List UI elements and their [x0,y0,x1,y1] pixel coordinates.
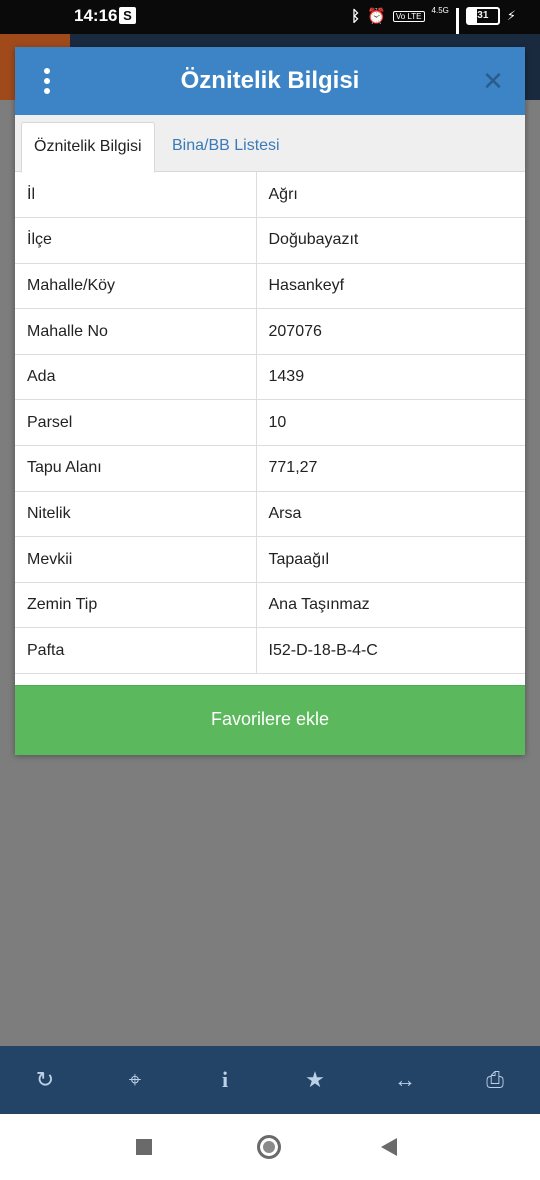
refresh-icon[interactable]: ↻ [25,1060,65,1100]
table-row: Nitelik Arsa [15,491,525,538]
dialog-header: Öznitelik Bilgisi ✕ [15,47,525,115]
attribute-value: Ağrı [256,172,525,219]
attribute-value: Tapaağıl [256,536,525,583]
attribute-value: Doğubayazıt [256,217,525,264]
charging-bolt-icon: ⚡ [506,8,516,23]
attribute-value: 771,27 [256,445,525,492]
table-row: Mahalle/Köy Hasankeyf [15,263,525,310]
close-icon[interactable]: ✕ [479,65,507,97]
home-button[interactable] [257,1135,281,1159]
attribute-key: Mahalle No [15,308,257,355]
add-to-favorites-button[interactable]: Favorilere ekle [15,685,525,755]
attribute-key: İlçe [15,217,257,264]
battery-icon: 31 [465,7,500,25]
attribute-info-dialog: Öznitelik Bilgisi ✕ Öznitelik Bilgisi Bi… [15,47,525,755]
network-type-label: 4.5G [431,5,449,15]
notification-s-icon: S [119,7,136,24]
attribute-key: Ada [15,354,257,401]
table-row: İl Ağrı [15,172,525,219]
volte-icon: Vo LTE [392,10,425,22]
attribute-value: Hasankeyf [256,263,525,310]
measure-icon[interactable]: ↔ [385,1060,425,1100]
battery-level: 31 [477,10,489,21]
crosshair-icon[interactable]: ⌖ [115,1060,155,1100]
tab-building-list[interactable]: Bina/BB Listesi [160,122,292,171]
back-button[interactable] [381,1138,397,1156]
table-row: Ada 1439 [15,354,525,401]
attribute-value: I52-D-18-B-4-C [256,627,525,675]
table-row: Tapu Alanı 771,27 [15,445,525,492]
attribute-key: Nitelik [15,491,257,538]
attribute-key: Tapu Alanı [15,445,257,492]
print-icon[interactable]: ⎙ [475,1060,515,1100]
attribute-key: Mahalle/Köy [15,263,257,310]
recent-apps-button[interactable] [136,1139,152,1155]
dialog-title: Öznitelik Bilgisi [180,67,360,94]
table-row: Zemin Tip Ana Taşınmaz [15,582,525,629]
attribute-value: Ana Taşınmaz [256,582,525,629]
attribute-key: Pafta [15,627,257,675]
attribute-value: 10 [256,399,525,447]
attribute-value: 1439 [256,354,525,401]
attribute-table: İl Ağrı İlçe Doğubayazıt Mahalle/Köy Hasankey… [15,172,525,675]
attribute-key: Zemin Tip [15,582,257,629]
attribute-key: Parsel [15,399,257,447]
signal-icon [455,8,459,58]
star-icon[interactable]: ★ [295,1060,335,1100]
map-toolbar: ↻ ⌖ i ★ ↔ ⎙ [0,1046,540,1114]
table-row: Mevkii Tapaağıl [15,536,525,583]
status-icons: ᛒ ⏰ Vo LTE 4.5G 31 ⚡ [351,5,516,58]
table-row: Mahalle No 207076 [15,308,525,355]
table-row: İlçe Doğubayazıt [15,217,525,264]
table-row: Parsel 10 [15,399,525,447]
info-icon[interactable]: i [205,1060,245,1100]
tabs-bar: Öznitelik Bilgisi Bina/BB Listesi [15,115,525,173]
status-bar: 14:16 S ᛒ ⏰ Vo LTE 4.5G 31 ⚡ [0,0,540,58]
alarm-icon: ⏰ [367,8,386,25]
attribute-key: İl [15,172,257,219]
system-nav-bar [0,1114,540,1180]
attribute-value: 207076 [256,308,525,355]
tab-attribute-info[interactable]: Öznitelik Bilgisi [21,122,155,173]
attribute-key: Mevkii [15,536,257,583]
attribute-value: Arsa [256,491,525,538]
bluetooth-icon: ᛒ [351,7,361,25]
status-time: 14:16 [74,6,118,25]
table-row: Pafta I52-D-18-B-4-C [15,627,525,675]
